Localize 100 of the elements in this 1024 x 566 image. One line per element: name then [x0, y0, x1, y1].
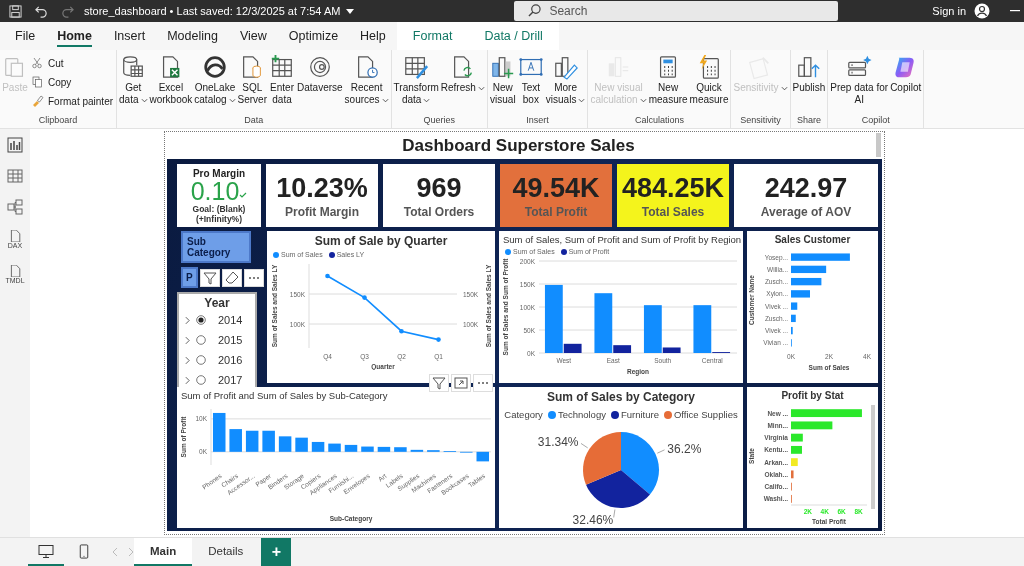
legend-item: Technology [547, 409, 606, 420]
ribbon-button[interactable]: Cut [29, 54, 116, 72]
slicer-item[interactable]: 2015 [218, 334, 243, 346]
ribbon-button[interactable]: Enter data [268, 54, 296, 115]
group-label: Insert [525, 115, 550, 127]
ribbon-button[interactable]: Publish [791, 54, 827, 115]
sign-in-link[interactable]: Sign in [932, 5, 966, 17]
menu-tab[interactable]: View [228, 22, 278, 50]
kpi-value: 0.10 [190, 178, 240, 204]
swirl-circle-icon [201, 54, 228, 80]
kpi-label: Average of AOV [760, 204, 852, 219]
scrollbar-thumb[interactable] [871, 405, 875, 509]
radio-button[interactable] [196, 315, 206, 325]
add-page-button[interactable]: + [261, 538, 292, 566]
ribbon-button[interactable]: Prep data for AI [829, 54, 890, 115]
search-field[interactable]: Search [514, 1, 839, 21]
chevron-down-icon [381, 97, 389, 103]
data-point [325, 273, 330, 279]
chevron-down-icon [639, 97, 647, 103]
ribbon-button[interactable]: OneLake catalog [193, 54, 237, 115]
minimize-icon[interactable] [1010, 10, 1020, 12]
bar-chart-plus-icon [489, 54, 516, 80]
ribbon-button[interactable]: Quick measure [688, 54, 730, 115]
save-icon[interactable] [9, 4, 22, 18]
report-title: Dashboard Superstore Sales [401, 135, 636, 157]
kpi-label: Profit Margin [285, 204, 359, 219]
document-icon[interactable] [9, 230, 21, 242]
avatar-icon[interactable] [974, 3, 990, 19]
more-icon[interactable] [243, 268, 264, 287]
ribbon-button[interactable]: Dataverse [296, 54, 344, 115]
radio-button[interactable] [196, 375, 206, 385]
ribbon-button[interactable]: Recent sources [343, 54, 390, 115]
redo-icon[interactable] [61, 4, 74, 18]
ribbon-button[interactable]: New measure [647, 54, 689, 115]
slicer-item[interactable]: 2014 [218, 314, 243, 326]
ribbon-button[interactable]: Format painter [29, 92, 116, 110]
page-tab[interactable]: Main [134, 538, 193, 566]
document-icon[interactable] [9, 265, 21, 277]
slicer-item[interactable]: 2017 [218, 374, 243, 386]
ribbon-button[interactable]: Copy [29, 73, 116, 91]
filter-icon[interactable] [199, 268, 220, 287]
group-label: Sensitivity [739, 115, 782, 127]
chevron-down-icon [780, 85, 788, 91]
legend-title: Category [504, 409, 543, 420]
ribbon-button[interactable]: Excel workbook [148, 54, 194, 115]
scrollbar-thumb[interactable] [876, 133, 881, 157]
menu-tab[interactable]: Format [396, 22, 469, 50]
table-icon[interactable] [7, 168, 23, 184]
ribbon-button[interactable]: New visual [488, 54, 517, 115]
group-label: Share [795, 115, 822, 127]
radio-button[interactable] [196, 355, 206, 365]
menu-tab[interactable]: File [4, 22, 47, 50]
menu-tab[interactable]: Optimize [277, 22, 350, 50]
goal-change: (+Infinity%) [195, 213, 242, 224]
menu-tab[interactable]: Help [349, 22, 397, 50]
group-label: Data [243, 115, 265, 127]
group-label: Calculations [633, 115, 685, 127]
kpi-value: 242.97 [764, 172, 848, 203]
brush-icon [31, 94, 45, 108]
goal-text: Goal: (Blank) [192, 203, 246, 214]
data-label: 31.34% [537, 434, 579, 449]
ribbon-button[interactable]: SQL Server [236, 54, 268, 115]
chevron-down-icon [578, 97, 586, 103]
chart-title: Sum of Sales by Category [545, 389, 696, 404]
menu-tab[interactable]: Insert [102, 22, 157, 50]
upload-chart-icon [795, 54, 822, 80]
chevron-down-icon [477, 85, 485, 91]
menu-tab[interactable]: Data / Drill [468, 22, 559, 50]
data-label: 32.46% [572, 513, 614, 528]
ribbon-button[interactable]: Transform data [392, 54, 440, 115]
focus-mode-icon[interactable] [451, 374, 471, 392]
undo-icon[interactable] [35, 4, 48, 18]
chart-title: Profit by Stat [780, 389, 845, 401]
slicer-item[interactable]: 2016 [218, 354, 243, 366]
ribbon-button[interactable]: Refresh [439, 54, 486, 115]
page-tab[interactable]: Details [192, 538, 260, 566]
caret-icon[interactable] [346, 8, 355, 14]
scissors-icon [31, 56, 45, 70]
kpi-label: Total Profit [524, 204, 588, 219]
eraser-icon[interactable] [221, 268, 242, 287]
data-point [436, 337, 441, 342]
legend-item: Furniture [610, 409, 659, 420]
menu-tab[interactable]: Modeling [156, 22, 229, 50]
ribbon-button[interactable]: Text box [516, 54, 545, 115]
ribbon-button[interactable]: Get data [118, 54, 149, 115]
slicer-button[interactable]: P [181, 267, 198, 288]
ribbon-button[interactable]: More visuals [544, 54, 587, 115]
radio-button[interactable] [196, 335, 206, 345]
kpi-label: Total Sales [641, 204, 705, 219]
legend-item: Office Supplies [663, 409, 738, 420]
slicer-button[interactable]: Sub Category [181, 231, 251, 263]
kpi-value: 49.54K [512, 172, 600, 203]
bar-chart-icon[interactable] [7, 137, 23, 153]
bar-chart-pencil-icon [552, 54, 579, 80]
model-icon[interactable] [7, 199, 23, 215]
ribbon-button[interactable]: Copilot [889, 54, 923, 115]
menu-tab[interactable]: Home [46, 22, 103, 50]
data-point [362, 295, 367, 300]
document-title: store_dashboard • Last saved: 12/3/2025 at 7:54 AM [84, 5, 341, 17]
leader-line [613, 509, 616, 518]
